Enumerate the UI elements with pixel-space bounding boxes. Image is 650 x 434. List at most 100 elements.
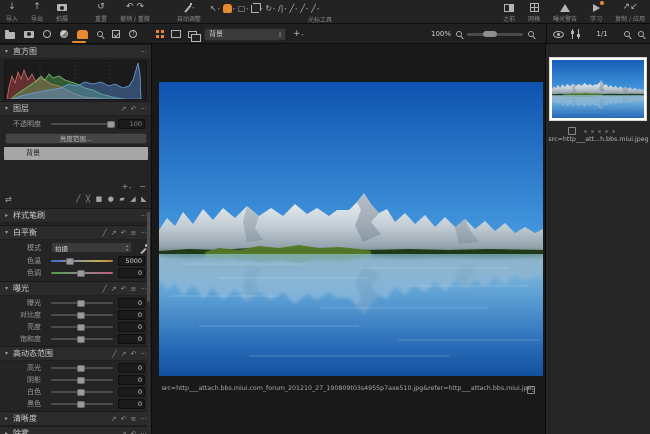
brush-pair-icon[interactable]: ╳: [86, 195, 90, 203]
pick-icon[interactable]: ╱: [102, 285, 106, 293]
brightness-value[interactable]: 0: [118, 322, 145, 332]
learn-button[interactable]: 学习: [590, 2, 602, 23]
more-icon[interactable]: ···: [140, 430, 147, 434]
rating-dot[interactable]: [598, 130, 601, 133]
section-hdr[interactable]: ▾ 高动态范围 ╱ ↗ ↶ ···: [0, 346, 152, 361]
slider-handle[interactable]: [107, 121, 115, 128]
copy-adjustments-icon[interactable]: ↗: [121, 350, 127, 358]
copy-adjustments-icon[interactable]: ↗: [111, 415, 117, 423]
tab-details-magnifier-icon[interactable]: [97, 31, 103, 37]
section-layers[interactable]: ▾ 图层 ↗ ↶ ···: [0, 101, 152, 116]
add-layer-icon[interactable]: +▾: [122, 182, 132, 191]
slider-handle[interactable]: [77, 377, 85, 384]
section-style-brush[interactable]: ▸ 样式笔刷 ···: [0, 208, 152, 223]
blacks-value[interactable]: 0: [118, 399, 145, 409]
zoom-out-icon[interactable]: [456, 31, 462, 37]
fill-mask-icon[interactable]: ■: [96, 195, 103, 203]
copy-adjustments-icon[interactable]: ↗: [121, 430, 127, 434]
layer-select-dropdown[interactable]: 背景 ▴▾: [204, 28, 286, 41]
before-after-button[interactable]: 之前: [503, 2, 515, 23]
gradient-mask-icon[interactable]: ▰: [119, 195, 124, 203]
shadows-value[interactable]: 0: [118, 375, 145, 385]
reset-section-icon[interactable]: ↶: [121, 415, 127, 423]
select-image-checkbox[interactable]: [527, 386, 535, 394]
search-icon[interactable]: [624, 31, 630, 37]
reorder-icon[interactable]: ⇄: [5, 195, 12, 204]
capture-button[interactable]: 拍摄: [56, 2, 68, 23]
add-layer-button[interactable]: +▾: [293, 29, 304, 39]
zoom-slider-handle[interactable]: [483, 31, 497, 37]
highlights-value[interactable]: 0: [118, 363, 145, 373]
undo-redo-button[interactable]: ↶↷ 撤销 / 重做: [120, 2, 150, 23]
presets-icon[interactable]: ≡: [130, 229, 136, 237]
erase-mask-tool[interactable]: ╱▾: [311, 2, 319, 13]
reset-section-icon[interactable]: ↶: [121, 285, 127, 293]
reset-button[interactable]: ↺ 重置: [95, 2, 107, 23]
select-tool[interactable]: ↖▾: [210, 2, 220, 13]
thumbnail-selected[interactable]: [549, 57, 647, 121]
straighten-tool[interactable]: ∕|▾: [278, 2, 286, 13]
rating-dot[interactable]: [612, 130, 615, 133]
section-white-balance[interactable]: ▾ 白平衡 ╱ ↗ ↶ ≡ ···: [0, 225, 152, 240]
shape-tool[interactable]: ▢▾: [238, 2, 249, 13]
slider-handle[interactable]: [77, 365, 85, 372]
remove-layer-icon[interactable]: −: [139, 182, 146, 191]
temperature-value[interactable]: 5000: [118, 256, 145, 266]
multi-view-icon[interactable]: [188, 31, 197, 38]
tint-slider[interactable]: [51, 272, 113, 274]
rating-dot[interactable]: [584, 130, 587, 133]
more-icon[interactable]: ···: [140, 212, 147, 220]
tab-library-folder-icon[interactable]: [5, 32, 15, 39]
luma-range-button[interactable]: 亮度范围...: [5, 133, 147, 144]
rotate-tool[interactable]: ↻▾: [265, 2, 275, 13]
reset-section-icon[interactable]: ↶: [130, 430, 136, 434]
draw-mask-tool[interactable]: ╱▾: [300, 2, 308, 13]
layer-item-background[interactable]: 背景: [4, 147, 148, 160]
slider-handle[interactable]: [77, 389, 85, 396]
tab-metadata-info-icon[interactable]: [129, 30, 137, 38]
thumbnail-grid-icon[interactable]: [156, 30, 164, 38]
section-histogram[interactable]: ▾ 直方图 ···: [0, 44, 152, 59]
copy-adjustments-icon[interactable]: ↗: [121, 105, 127, 113]
zoom-level[interactable]: 100%: [431, 30, 451, 38]
export-button[interactable]: ↑ 导出: [31, 2, 43, 23]
more-icon[interactable]: ···: [140, 229, 147, 237]
whites-slider[interactable]: [51, 391, 113, 393]
import-button[interactable]: ↓ 导入: [6, 2, 18, 23]
auto-adjust-button[interactable]: ▾ 自动调整: [177, 2, 201, 23]
zoom-in-icon[interactable]: [528, 31, 534, 37]
crop-tool[interactable]: ▾: [251, 2, 262, 13]
tab-lens-icon[interactable]: [43, 30, 51, 38]
eye-icon[interactable]: [553, 31, 564, 38]
presets-icon[interactable]: ≡: [130, 285, 136, 293]
presets-icon[interactable]: ≡: [130, 415, 136, 423]
exposure-warning-button[interactable]: 曝光警告: [553, 2, 577, 23]
saturation-slider[interactable]: [51, 338, 113, 340]
brightness-slider[interactable]: [51, 326, 113, 328]
tint-value[interactable]: 0: [118, 268, 145, 278]
saturation-value[interactable]: 0: [118, 334, 145, 344]
filter-sliders-icon[interactable]: [572, 29, 580, 39]
copy-apply-button[interactable]: ↗↙ 复制 / 应用: [615, 2, 645, 23]
more-icon[interactable]: ···: [140, 48, 147, 56]
rating-dot[interactable]: [591, 130, 594, 133]
more-icon[interactable]: ···: [140, 415, 147, 423]
disclosure-icon[interactable]: ▸: [0, 415, 13, 422]
tab-capture-camera-icon[interactable]: [24, 31, 34, 38]
copy-adjustments-icon[interactable]: ↗: [111, 285, 117, 293]
whites-value[interactable]: 0: [118, 387, 145, 397]
pick-icon[interactable]: ╱: [112, 350, 116, 358]
spot-tool[interactable]: ╱▾: [289, 2, 297, 13]
more-icon[interactable]: ···: [140, 285, 147, 293]
tab-output-icon[interactable]: [112, 30, 120, 38]
copy-adjustments-icon[interactable]: ↗: [111, 229, 117, 237]
reset-section-icon[interactable]: ↶: [121, 229, 127, 237]
section-dehaze[interactable]: ▸ 除雾 ↗ ↶ ···: [0, 426, 152, 434]
disclosure-icon[interactable]: ▾: [0, 350, 13, 357]
slider-handle[interactable]: [66, 258, 74, 265]
exposure-value[interactable]: 0: [118, 298, 145, 308]
opacity-slider[interactable]: [51, 123, 113, 125]
draw-mask-icon[interactable]: ╱: [76, 195, 80, 203]
contrast-value[interactable]: 0: [118, 310, 145, 320]
disclosure-icon[interactable]: ▾: [0, 105, 13, 112]
